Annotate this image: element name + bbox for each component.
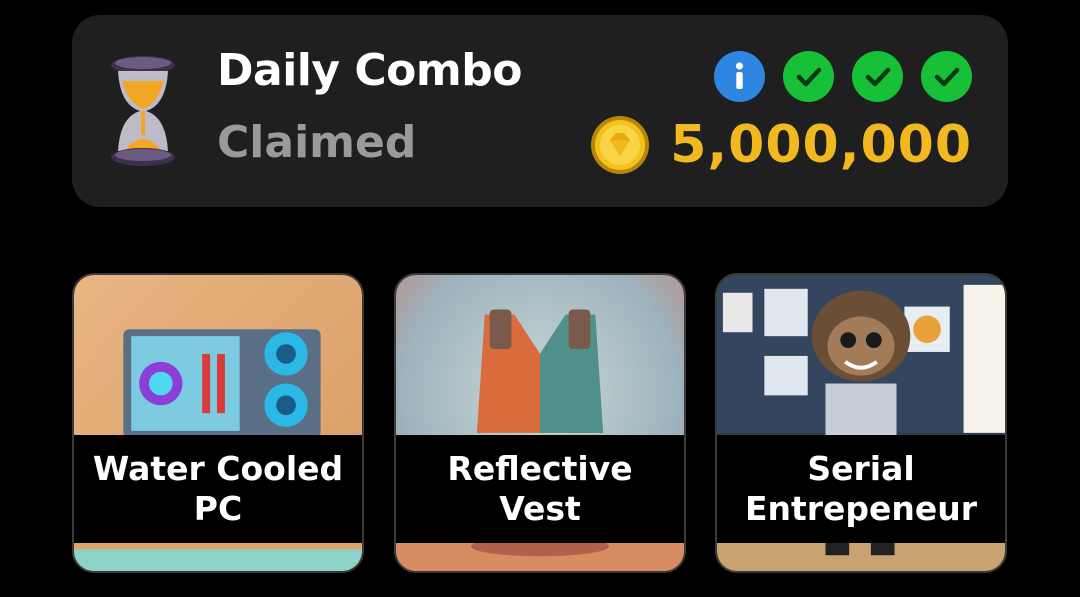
combo-title: Daily Combo [217, 45, 522, 96]
reward-row: 5,000,000 [590, 115, 972, 175]
combo-card-reflective-vest[interactable]: Reflective Vest [394, 273, 686, 573]
combo-card-serial-entrepeneur[interactable]: Serial Entrepeneur [715, 273, 1007, 573]
check-icon [921, 51, 972, 102]
info-icon[interactable] [714, 51, 765, 102]
check-icon [852, 51, 903, 102]
coin-icon [591, 116, 650, 174]
check-icon [783, 51, 834, 102]
combo-card-label: Water Cooled PC [74, 435, 362, 543]
combo-badges [714, 51, 972, 102]
daily-combo-card: Daily Combo Claimed 5,000,000 [72, 15, 1008, 207]
combo-status: Claimed [217, 117, 417, 168]
combo-card-label: Reflective Vest [396, 435, 684, 543]
combo-cards: Water Cooled PC Reflective Vest Serial E… [72, 273, 1008, 575]
hourglass-icon [111, 56, 175, 166]
combo-card-label: Serial Entrepeneur [717, 435, 1005, 543]
combo-card-water-cooled-pc[interactable]: Water Cooled PC [72, 273, 364, 573]
reward-amount: 5,000,000 [670, 115, 972, 175]
